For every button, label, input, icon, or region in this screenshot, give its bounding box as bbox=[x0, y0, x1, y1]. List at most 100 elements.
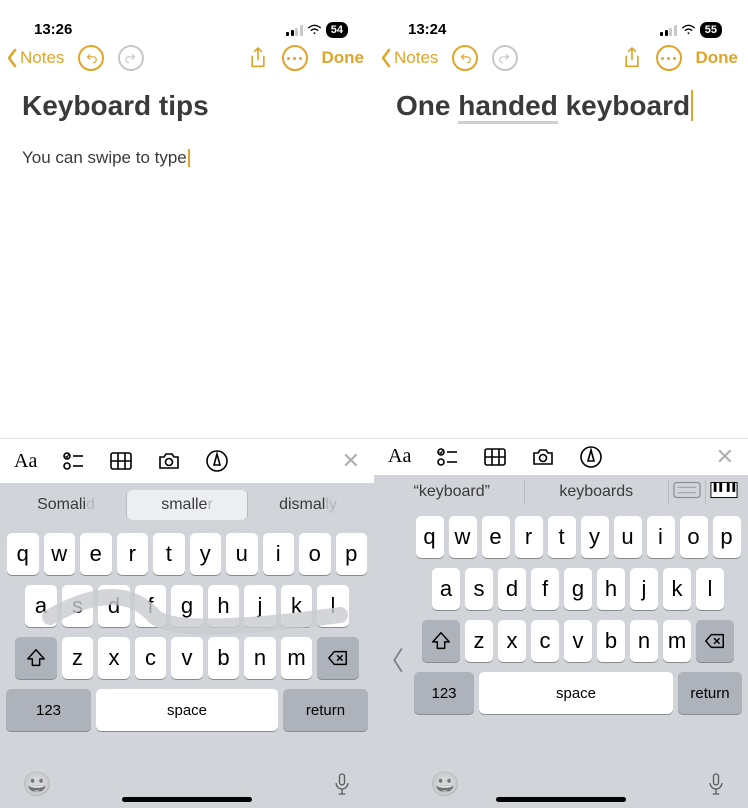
key-b[interactable]: b bbox=[208, 637, 240, 679]
done-button[interactable]: Done bbox=[696, 48, 739, 68]
back-button[interactable]: Notes bbox=[380, 48, 438, 68]
key-t[interactable]: t bbox=[548, 516, 576, 558]
shift-key[interactable] bbox=[422, 620, 460, 662]
key-w[interactable]: w bbox=[449, 516, 477, 558]
numbers-key[interactable]: 123 bbox=[6, 689, 91, 731]
key-u[interactable]: u bbox=[614, 516, 642, 558]
key-s[interactable]: s bbox=[465, 568, 493, 610]
checklist-icon[interactable] bbox=[61, 449, 85, 473]
emoji-key[interactable]: 😀 bbox=[22, 770, 52, 799]
key-x[interactable]: x bbox=[498, 620, 526, 662]
key-p[interactable]: p bbox=[336, 533, 368, 575]
key-i[interactable]: i bbox=[647, 516, 675, 558]
done-button[interactable]: Done bbox=[322, 48, 365, 68]
text-format-icon[interactable]: Aa bbox=[14, 450, 37, 473]
key-l[interactable]: l bbox=[317, 585, 349, 627]
key-j[interactable]: j bbox=[244, 585, 276, 627]
dictate-key[interactable] bbox=[332, 772, 352, 796]
emoji-key[interactable]: 😀 bbox=[430, 770, 460, 799]
suggestion[interactable]: dismally bbox=[248, 490, 368, 520]
expand-keyboard-button[interactable]: 〈 bbox=[374, 510, 408, 808]
key-o[interactable]: o bbox=[299, 533, 331, 575]
key-e[interactable]: e bbox=[482, 516, 510, 558]
key-s[interactable]: s bbox=[62, 585, 94, 627]
home-indicator[interactable] bbox=[496, 797, 626, 802]
note-content[interactable]: One handed keyboard bbox=[374, 78, 748, 438]
undo-button[interactable] bbox=[452, 45, 478, 71]
backspace-key[interactable] bbox=[317, 637, 359, 679]
checklist-icon[interactable] bbox=[435, 445, 459, 469]
key-q[interactable]: q bbox=[416, 516, 444, 558]
redo-button[interactable] bbox=[118, 45, 144, 71]
key-f[interactable]: f bbox=[531, 568, 559, 610]
close-icon[interactable]: ✕ bbox=[716, 444, 734, 470]
markup-icon[interactable] bbox=[579, 445, 603, 469]
more-button[interactable] bbox=[282, 45, 308, 71]
key-c[interactable]: c bbox=[531, 620, 559, 662]
close-icon[interactable]: ✕ bbox=[342, 448, 360, 474]
key-g[interactable]: g bbox=[171, 585, 203, 627]
key-m[interactable]: m bbox=[663, 620, 691, 662]
key-i[interactable]: i bbox=[263, 533, 295, 575]
key-q[interactable]: q bbox=[7, 533, 39, 575]
suggestion[interactable]: smaller bbox=[127, 490, 247, 520]
key-y[interactable]: y bbox=[190, 533, 222, 575]
table-icon[interactable] bbox=[483, 445, 507, 469]
more-button[interactable] bbox=[656, 45, 682, 71]
table-icon[interactable] bbox=[109, 449, 133, 473]
suggestion[interactable]: keyboards bbox=[525, 477, 669, 507]
dictate-key[interactable] bbox=[706, 772, 726, 796]
key-l[interactable]: l bbox=[696, 568, 724, 610]
key-c[interactable]: c bbox=[135, 637, 167, 679]
key-p[interactable]: p bbox=[713, 516, 741, 558]
return-key[interactable]: return bbox=[678, 672, 742, 714]
camera-icon[interactable] bbox=[157, 449, 181, 473]
markup-icon[interactable] bbox=[205, 449, 229, 473]
redo-button[interactable] bbox=[492, 45, 518, 71]
key-y[interactable]: y bbox=[581, 516, 609, 558]
undo-button[interactable] bbox=[78, 45, 104, 71]
share-icon[interactable] bbox=[248, 46, 268, 70]
key-m[interactable]: m bbox=[281, 637, 313, 679]
key-j[interactable]: j bbox=[630, 568, 658, 610]
key-u[interactable]: u bbox=[226, 533, 258, 575]
key-w[interactable]: w bbox=[44, 533, 76, 575]
key-z[interactable]: z bbox=[465, 620, 493, 662]
key-n[interactable]: n bbox=[630, 620, 658, 662]
key-e[interactable]: e bbox=[80, 533, 112, 575]
key-k[interactable]: k bbox=[663, 568, 691, 610]
numbers-key[interactable]: 123 bbox=[414, 672, 474, 714]
key-h[interactable]: h bbox=[597, 568, 625, 610]
key-v[interactable]: v bbox=[564, 620, 592, 662]
key-f[interactable]: f bbox=[135, 585, 167, 627]
key-g[interactable]: g bbox=[564, 568, 592, 610]
suggestion[interactable]: “keyboard” bbox=[380, 477, 524, 507]
text-format-icon[interactable]: Aa bbox=[388, 445, 411, 468]
key-d[interactable]: d bbox=[498, 568, 526, 610]
key-r[interactable]: r bbox=[117, 533, 149, 575]
key-k[interactable]: k bbox=[281, 585, 313, 627]
key-z[interactable]: z bbox=[62, 637, 94, 679]
keyboard-swap-icon[interactable] bbox=[669, 481, 705, 504]
key-d[interactable]: d bbox=[98, 585, 130, 627]
backspace-key[interactable] bbox=[696, 620, 734, 662]
key-x[interactable]: x bbox=[98, 637, 130, 679]
home-indicator[interactable] bbox=[122, 797, 252, 802]
key-t[interactable]: t bbox=[153, 533, 185, 575]
key-b[interactable]: b bbox=[597, 620, 625, 662]
key-r[interactable]: r bbox=[515, 516, 543, 558]
suggestion[interactable]: Somalid bbox=[6, 490, 126, 520]
space-key[interactable]: space bbox=[479, 672, 673, 714]
note-content[interactable]: Keyboard tips You can swipe to type bbox=[0, 78, 374, 438]
camera-icon[interactable] bbox=[531, 445, 555, 469]
back-button[interactable]: Notes bbox=[6, 48, 64, 68]
key-h[interactable]: h bbox=[208, 585, 240, 627]
key-o[interactable]: o bbox=[680, 516, 708, 558]
share-icon[interactable] bbox=[622, 46, 642, 70]
key-a[interactable]: a bbox=[25, 585, 57, 627]
key-a[interactable]: a bbox=[432, 568, 460, 610]
shift-key[interactable] bbox=[15, 637, 57, 679]
piano-icon[interactable] bbox=[706, 481, 742, 504]
return-key[interactable]: return bbox=[283, 689, 368, 731]
space-key[interactable]: space bbox=[96, 689, 278, 731]
